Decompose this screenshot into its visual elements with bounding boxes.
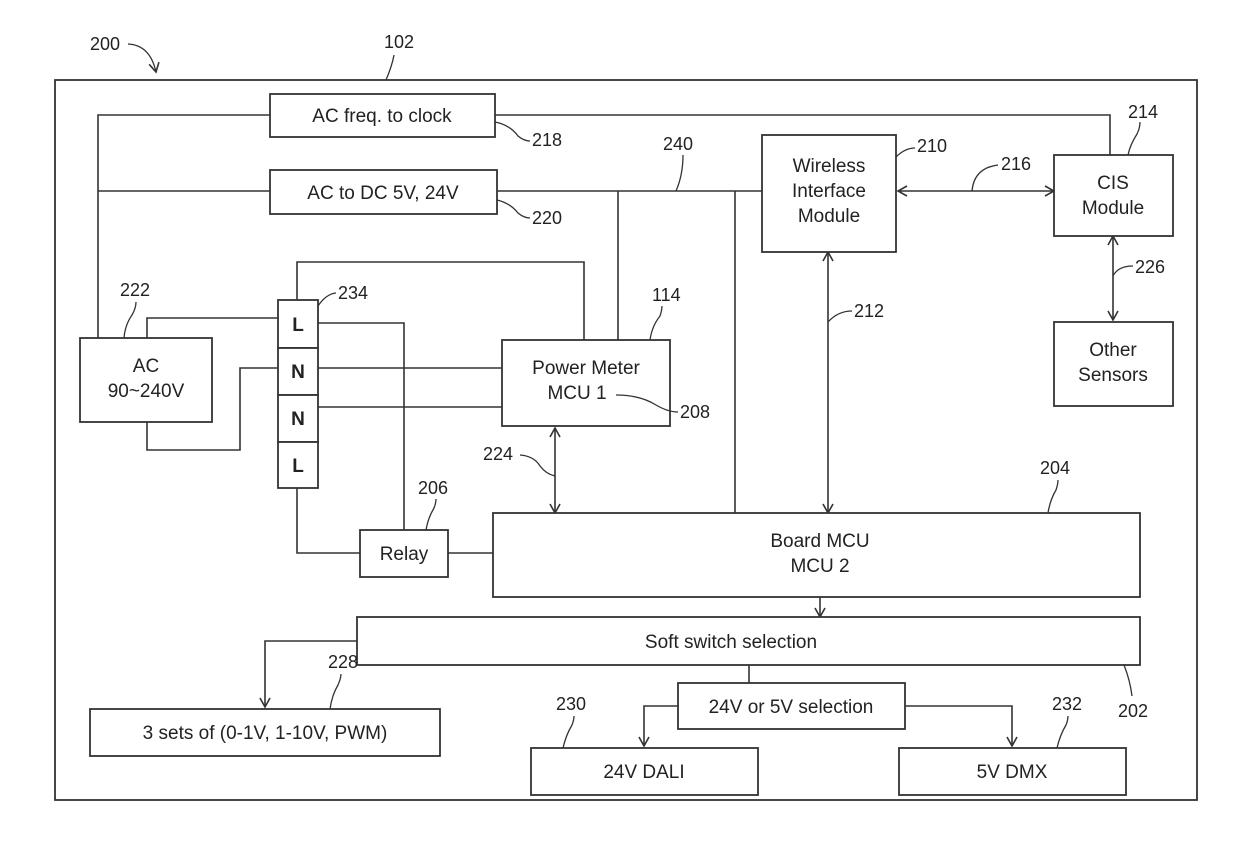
- block-label: 24V DALI: [603, 762, 684, 783]
- ref-206: 206: [418, 478, 448, 498]
- block-label: AC freq. to clock: [312, 106, 452, 127]
- block-line: AC: [133, 356, 159, 377]
- block-line: Sensors: [1078, 365, 1148, 386]
- block-line: CIS: [1097, 173, 1129, 194]
- block-label: Soft switch selection: [645, 632, 817, 653]
- block-label: AC to DC 5V, 24V: [307, 183, 459, 204]
- ref-figure: 200: [90, 34, 120, 54]
- ref-enclosure: 102: [384, 32, 414, 52]
- ref-226: 226: [1135, 257, 1165, 277]
- block-line: Module: [798, 206, 860, 227]
- terminal-pin: N: [291, 409, 305, 430]
- ref-232: 232: [1052, 694, 1082, 714]
- ref-210: 210: [917, 136, 947, 156]
- block-label: 24V or 5V selection: [709, 697, 874, 718]
- ref-234: 234: [338, 283, 368, 303]
- ref-228: 228: [328, 652, 358, 672]
- block-line: 90~240V: [108, 381, 185, 402]
- block-label: 5V DMX: [977, 762, 1048, 783]
- ref-208: 208: [680, 402, 710, 422]
- enclosure-102: [54, 79, 1198, 801]
- ref-222: 222: [120, 280, 150, 300]
- terminal-pin: L: [292, 315, 304, 336]
- ref-216: 216: [1001, 154, 1031, 174]
- enclosure-leader: [385, 54, 395, 81]
- figure-pointer-arrow: [127, 43, 160, 74]
- block-label: Relay: [380, 544, 429, 565]
- block-line: MCU 1: [547, 383, 606, 404]
- block-line: Power Meter: [532, 358, 640, 379]
- block-line: Wireless: [793, 156, 866, 177]
- block-voltage-selection: 24V or 5V selection: [677, 682, 906, 730]
- block-line: Interface: [792, 181, 866, 202]
- ref-214: 214: [1128, 102, 1158, 122]
- block-line: Board MCU: [770, 531, 869, 552]
- block-label: 3 sets of (0-1V, 1-10V, PWM): [143, 723, 388, 744]
- ref-240: 240: [663, 134, 693, 154]
- ref-204: 204: [1040, 458, 1070, 478]
- terminal-pin: L: [292, 456, 304, 477]
- ref-224: 224: [483, 444, 513, 464]
- block-other-sensors: Other Sensors: [1053, 321, 1174, 407]
- block-line: Other: [1089, 340, 1137, 361]
- ref-230: 230: [556, 694, 586, 714]
- block-line: MCU 2: [790, 556, 849, 577]
- ref-212: 212: [854, 301, 884, 321]
- ref-202: 202: [1118, 701, 1148, 721]
- block-line: Module: [1082, 198, 1144, 219]
- block-diagram: 200 102 AC freq. to clock 218 AC to DC 5…: [54, 32, 1198, 801]
- ref-114: 114: [652, 285, 681, 305]
- ref-218: 218: [532, 130, 562, 150]
- terminal-pin: N: [291, 362, 305, 383]
- ref-220: 220: [532, 208, 562, 228]
